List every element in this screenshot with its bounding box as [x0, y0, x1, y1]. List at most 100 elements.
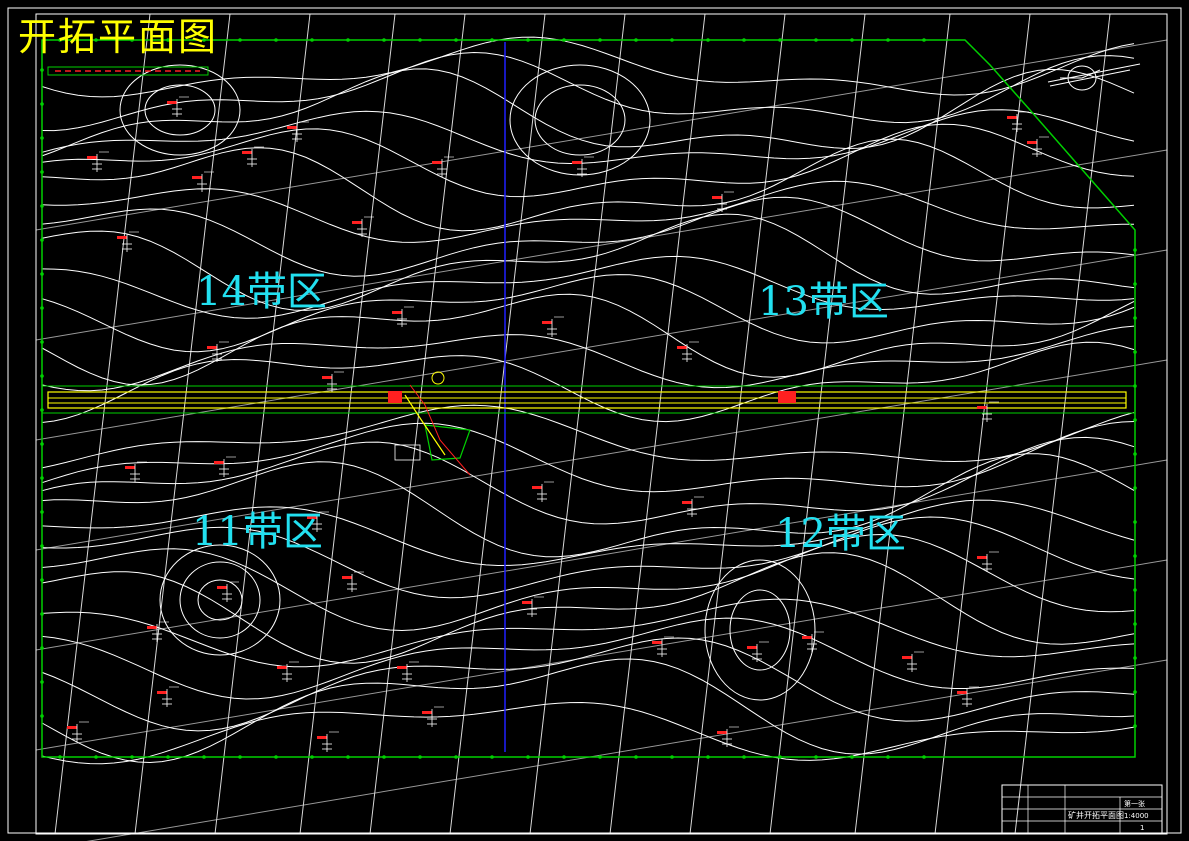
- contour-loop: [704, 559, 816, 701]
- boundary-dot: [40, 136, 44, 140]
- boundary-dot: [238, 38, 242, 42]
- contour-line: [41, 341, 1135, 423]
- shaft-station: [394, 371, 471, 476]
- grid-line: [934, 13, 1031, 835]
- grid-line: [35, 559, 1168, 751]
- boundary-dot: [274, 38, 278, 42]
- title-block-sheet: 第一张: [1124, 799, 1145, 808]
- borehole-marker: [125, 461, 147, 482]
- top-left-hatched-strip: [47, 66, 209, 76]
- boundary-dot: [562, 38, 566, 42]
- boundary-dot: [598, 38, 602, 42]
- boundary-dot: [850, 755, 854, 759]
- drawing-title: 开拓平面图: [18, 15, 219, 59]
- boundary-dot: [706, 755, 710, 759]
- grid-line: [609, 13, 706, 835]
- borehole-marker: [542, 316, 564, 337]
- boundary-dot: [346, 38, 350, 42]
- title-block-project: 矿井开拓平面图: [1068, 810, 1124, 820]
- boundary-dot: [40, 510, 44, 514]
- boundary-dot: [670, 38, 674, 42]
- roadway-red-markers: [388, 391, 796, 403]
- boundary-dot: [454, 755, 458, 759]
- boundary-dot: [202, 755, 206, 759]
- contour-loop: [144, 84, 216, 136]
- boundary-dot: [778, 38, 782, 42]
- boundary-dot: [850, 38, 854, 42]
- boundary-dot: [40, 714, 44, 718]
- boundary-dot: [922, 38, 926, 42]
- boundary-dot: [526, 755, 530, 759]
- boundary-dot: [40, 374, 44, 378]
- title-block: 矿井开拓平面图 第一张 1:4000 1: [1001, 784, 1163, 834]
- boundary-dot: [310, 38, 314, 42]
- contour-line: [41, 109, 1135, 165]
- grid-line: [529, 13, 626, 835]
- borehole-marker: [532, 481, 554, 502]
- borehole-marker: [522, 596, 544, 617]
- boundary-dot: [670, 755, 674, 759]
- contour-line: [41, 421, 1135, 493]
- borehole-marker: [747, 641, 769, 662]
- boundary-dot: [166, 755, 170, 759]
- boundary-dot: [40, 442, 44, 446]
- borehole-marker: [87, 151, 109, 172]
- drawing-inner-frame: [35, 13, 1168, 835]
- contour-line: [41, 123, 1135, 198]
- boundary-dot: [778, 755, 782, 759]
- boundary-dot: [454, 38, 458, 42]
- boundary-dot: [40, 544, 44, 548]
- boundary-dot: [346, 755, 350, 759]
- borehole-marker: [392, 306, 414, 327]
- boundary-dot: [922, 755, 926, 759]
- boundary-dot: [634, 38, 638, 42]
- boundary-dot: [1133, 520, 1137, 524]
- borehole-marker: [957, 686, 979, 707]
- grid-line: [1014, 13, 1111, 835]
- borehole-marker: [317, 731, 339, 752]
- drawing-outer-frame: [7, 7, 1182, 834]
- boundary-dot: [1133, 418, 1137, 422]
- boundary-dot: [94, 755, 98, 759]
- contour-line: [41, 51, 1135, 132]
- boundary-dot: [40, 272, 44, 276]
- boundary-dot: [1133, 316, 1137, 320]
- title-block-sheet-count: 1: [1140, 824, 1144, 832]
- grid-line: [369, 13, 466, 835]
- boundary-dot: [40, 204, 44, 208]
- boundary-dot: [526, 38, 530, 42]
- boundary-dot: [40, 68, 44, 72]
- boundary-dot: [886, 755, 890, 759]
- contour-line: [41, 658, 1135, 764]
- contour-loop: [534, 84, 626, 156]
- boundary-dot: [382, 38, 386, 42]
- boundary-dot: [634, 755, 638, 759]
- grid-line: [854, 13, 951, 835]
- boundary-dot: [40, 238, 44, 242]
- borehole-marker: [242, 146, 264, 167]
- boundary-dot: [40, 306, 44, 310]
- contour-line: [41, 196, 1135, 277]
- boundary-dot: [1133, 350, 1137, 354]
- boundary-dot: [1133, 588, 1137, 592]
- borehole-marker: [167, 96, 189, 117]
- boundary-dot: [490, 38, 494, 42]
- borehole-marker: [397, 661, 419, 682]
- boundary-dot: [814, 38, 818, 42]
- borehole-marker: [157, 686, 179, 707]
- boundary-dot: [742, 38, 746, 42]
- boundary-dot: [814, 755, 818, 759]
- borehole-marker: [117, 231, 139, 252]
- grid-line: [86, 659, 1168, 841]
- borehole-marker: [977, 401, 999, 422]
- grid-line: [35, 459, 1168, 651]
- boundary-dot: [40, 578, 44, 582]
- boundary-dot: [598, 755, 602, 759]
- borehole-marker: [682, 496, 704, 517]
- boundary-dot: [40, 340, 44, 344]
- boundary-dot: [238, 755, 242, 759]
- borehole-marker: [712, 191, 734, 212]
- grid-line: [299, 13, 396, 835]
- borehole-marker: [277, 661, 299, 682]
- boundary-dot: [418, 38, 422, 42]
